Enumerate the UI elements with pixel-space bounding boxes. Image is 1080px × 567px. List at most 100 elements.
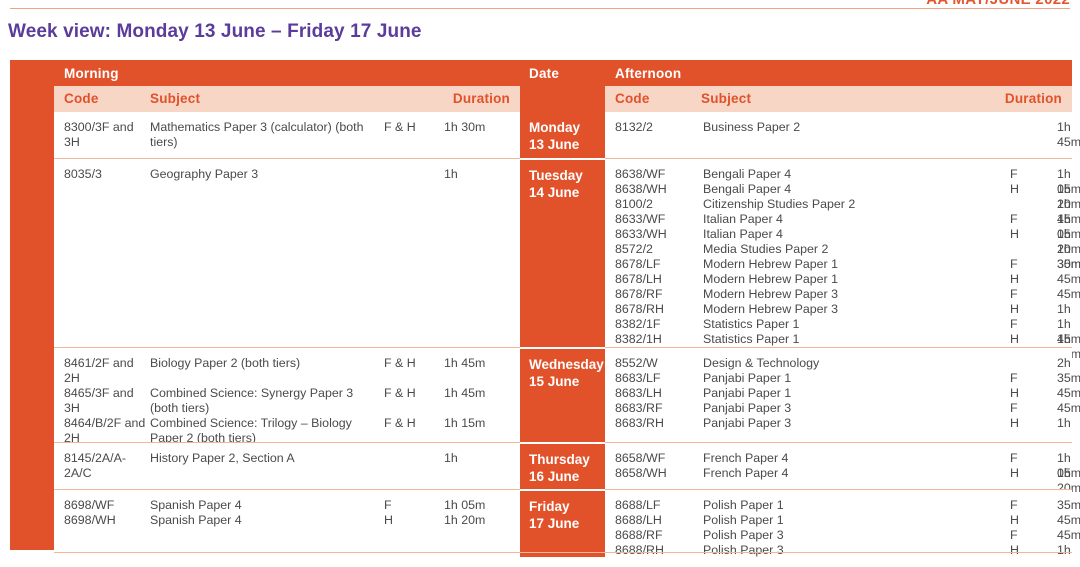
exam-code: 8688/RF bbox=[615, 528, 663, 542]
morning-header-code: Code bbox=[64, 91, 99, 106]
exam-subject: Panjabi Paper 1 bbox=[703, 386, 792, 400]
exam-row: 8658/WF French Paper 4 F 1h 05m bbox=[605, 451, 1080, 480]
exam-code: 8552/W bbox=[615, 356, 658, 370]
exam-code: 8461/2F and 2H bbox=[64, 356, 134, 385]
exam-code: 8638/WF bbox=[615, 167, 666, 181]
exam-row: 8461/2F and 2H Biology Paper 2 (both tier… bbox=[54, 356, 520, 386]
afternoon-column-headers: Code Subject Duration bbox=[605, 86, 1072, 112]
exam-duration: 1h bbox=[1057, 543, 1071, 557]
date-day-date: 15 June bbox=[529, 374, 580, 389]
exam-duration: 1h 30m bbox=[444, 120, 486, 134]
exam-code: 8300/3F and 3H bbox=[64, 120, 134, 149]
exam-subject: Modern Hebrew Paper 3 bbox=[703, 287, 838, 301]
exam-code: 8683/LF bbox=[615, 371, 661, 385]
exam-tier: F & H bbox=[384, 416, 416, 430]
exam-duration: 1h 15m bbox=[444, 416, 486, 430]
morning-day-block: 8698/WF Spanish Paper 4 F 1h 05m 8698/WH Span… bbox=[54, 489, 520, 557]
exam-tier: F bbox=[384, 498, 392, 512]
exam-code: 8382/1F bbox=[615, 317, 661, 331]
exam-subject: Italian Paper 4 bbox=[703, 227, 783, 241]
date-cell: Wednesday 15 June bbox=[520, 347, 605, 442]
exam-subject: Combined Science: Synergy Paper 3 (both … bbox=[150, 386, 354, 415]
date-day-name: Monday bbox=[529, 120, 581, 135]
date-day-name: Friday bbox=[529, 499, 570, 514]
exam-subject: Statistics Paper 1 bbox=[703, 332, 800, 346]
exam-code: 8683/LH bbox=[615, 386, 662, 400]
date-day-date: 13 June bbox=[529, 137, 580, 152]
morning-day-block: 8035/3 Geography Paper 3 1h bbox=[54, 158, 520, 347]
exam-subject: Panjabi Paper 3 bbox=[703, 401, 792, 415]
exam-row: 8572/2 Media Studies Paper 2 1h 30m bbox=[605, 242, 1080, 271]
exam-tier: F bbox=[1010, 528, 1018, 542]
timetable: Morning Code Subject Duration 8300/3F an… bbox=[10, 60, 1080, 558]
exam-code: 8658/WH bbox=[615, 466, 667, 480]
morning-day-block: 8461/2F and 2H Biology Paper 2 (both tier… bbox=[54, 347, 520, 445]
morning-header-subject: Subject bbox=[150, 91, 201, 106]
exam-duration: 1h 05m bbox=[444, 498, 486, 512]
exam-subject: Media Studies Paper 2 bbox=[703, 242, 829, 256]
exam-tier: H bbox=[1010, 332, 1019, 346]
exam-row: 8678/LF Modern Hebrew Paper 1 F 35m bbox=[605, 257, 1080, 272]
exam-subject: Modern Hebrew Paper 1 bbox=[703, 272, 838, 286]
exam-tier: F bbox=[1010, 498, 1018, 512]
exam-row: 8683/RH Panjabi Paper 3 H 1h bbox=[605, 416, 1072, 431]
exam-tier: H bbox=[1010, 466, 1019, 480]
date-day-date: 17 June bbox=[529, 516, 580, 531]
exam-subject: Polish Paper 3 bbox=[703, 543, 784, 557]
exam-subject: Mathematics Paper 3 (calculator) (both t… bbox=[150, 120, 364, 149]
exam-row: 8658/WH French Paper 4 H 1h 20m bbox=[605, 466, 1080, 495]
exam-subject: Design & Technology bbox=[703, 356, 820, 370]
exam-tier: H bbox=[1010, 227, 1019, 241]
exam-code: 8145/2A/A-2A/C bbox=[64, 451, 126, 480]
exam-duration: 1h bbox=[1057, 302, 1071, 316]
exam-tier: F & H bbox=[384, 120, 416, 134]
exam-tier: H bbox=[1010, 416, 1019, 430]
date-day-date: 14 June bbox=[529, 185, 580, 200]
date-day-name: Tuesday bbox=[529, 168, 583, 183]
exam-duration: 45m bbox=[1057, 513, 1080, 527]
exam-row: 8688/LH Polish Paper 1 H 45m bbox=[605, 513, 1080, 528]
exam-row: 8633/WF Italian Paper 4 F 1h 05m bbox=[605, 212, 1080, 241]
exam-code: 8633/WH bbox=[615, 227, 667, 241]
afternoon-section-header: Afternoon bbox=[605, 60, 1072, 86]
exam-subject: French Paper 4 bbox=[703, 466, 789, 480]
exam-code: 8688/LH bbox=[615, 513, 662, 527]
exam-subject: Spanish Paper 4 bbox=[150, 498, 242, 512]
date-cell: Friday 17 June bbox=[520, 489, 605, 557]
exam-row: 8638/WF Bengali Paper 4 F 1h 05m bbox=[605, 167, 1080, 196]
exam-duration: 1h 45m bbox=[1057, 120, 1080, 149]
banner-rule bbox=[10, 8, 1070, 9]
afternoon-day-block: 8132/2 Business Paper 2 1h 45m bbox=[605, 112, 1080, 158]
exam-duration: 35m bbox=[1057, 498, 1080, 512]
exam-duration: 45m bbox=[1057, 272, 1080, 286]
exam-subject: Biology Paper 2 (both tiers) bbox=[150, 356, 301, 370]
morning-day-block: 8145/2A/A-2A/C History Paper 2, Section A… bbox=[54, 442, 520, 489]
exam-tier: H bbox=[1010, 182, 1019, 196]
exam-duration: 45m bbox=[1057, 287, 1080, 301]
banner-text: AA MAY/JUNE 2022 bbox=[926, 0, 1070, 8]
date-cell: Tuesday 14 June bbox=[520, 158, 605, 347]
exam-tier: F bbox=[1010, 317, 1018, 331]
exam-code: 8678/LH bbox=[615, 272, 662, 286]
afternoon-day-block: 8552/W Design & Technology 2h 8683/LF Panjab… bbox=[605, 347, 1080, 442]
exam-row: 8145/2A/A-2A/C History Paper 2, Section A… bbox=[54, 451, 520, 481]
exam-duration: 45m bbox=[1057, 401, 1080, 415]
morning-section-header: Morning bbox=[54, 60, 520, 86]
exam-duration: 45m bbox=[1057, 386, 1080, 400]
exam-tier: H bbox=[384, 513, 393, 527]
exam-tier: H bbox=[1010, 543, 1019, 557]
exam-subject: Polish Paper 1 bbox=[703, 498, 784, 512]
exam-code: 8678/RH bbox=[615, 302, 664, 316]
exam-row: 8698/WF Spanish Paper 4 F 1h 05m bbox=[54, 498, 520, 513]
exam-tier: F bbox=[1010, 371, 1018, 385]
exam-row: 8035/3 Geography Paper 3 1h bbox=[54, 167, 520, 182]
exam-tier: F bbox=[1010, 451, 1018, 465]
date-day-name: Thursday bbox=[529, 452, 590, 467]
exam-tier: F & H bbox=[384, 356, 416, 370]
exam-subject: Modern Hebrew Paper 1 bbox=[703, 257, 838, 271]
exam-subject: Modern Hebrew Paper 3 bbox=[703, 302, 838, 316]
exam-code: 8100/2 bbox=[615, 197, 653, 211]
exam-subject: Bengali Paper 4 bbox=[703, 182, 792, 196]
exam-duration: 2h bbox=[1057, 356, 1071, 370]
afternoon-day-block: 8688/LF Polish Paper 1 F 35m 8688/LH Polish P… bbox=[605, 489, 1080, 557]
